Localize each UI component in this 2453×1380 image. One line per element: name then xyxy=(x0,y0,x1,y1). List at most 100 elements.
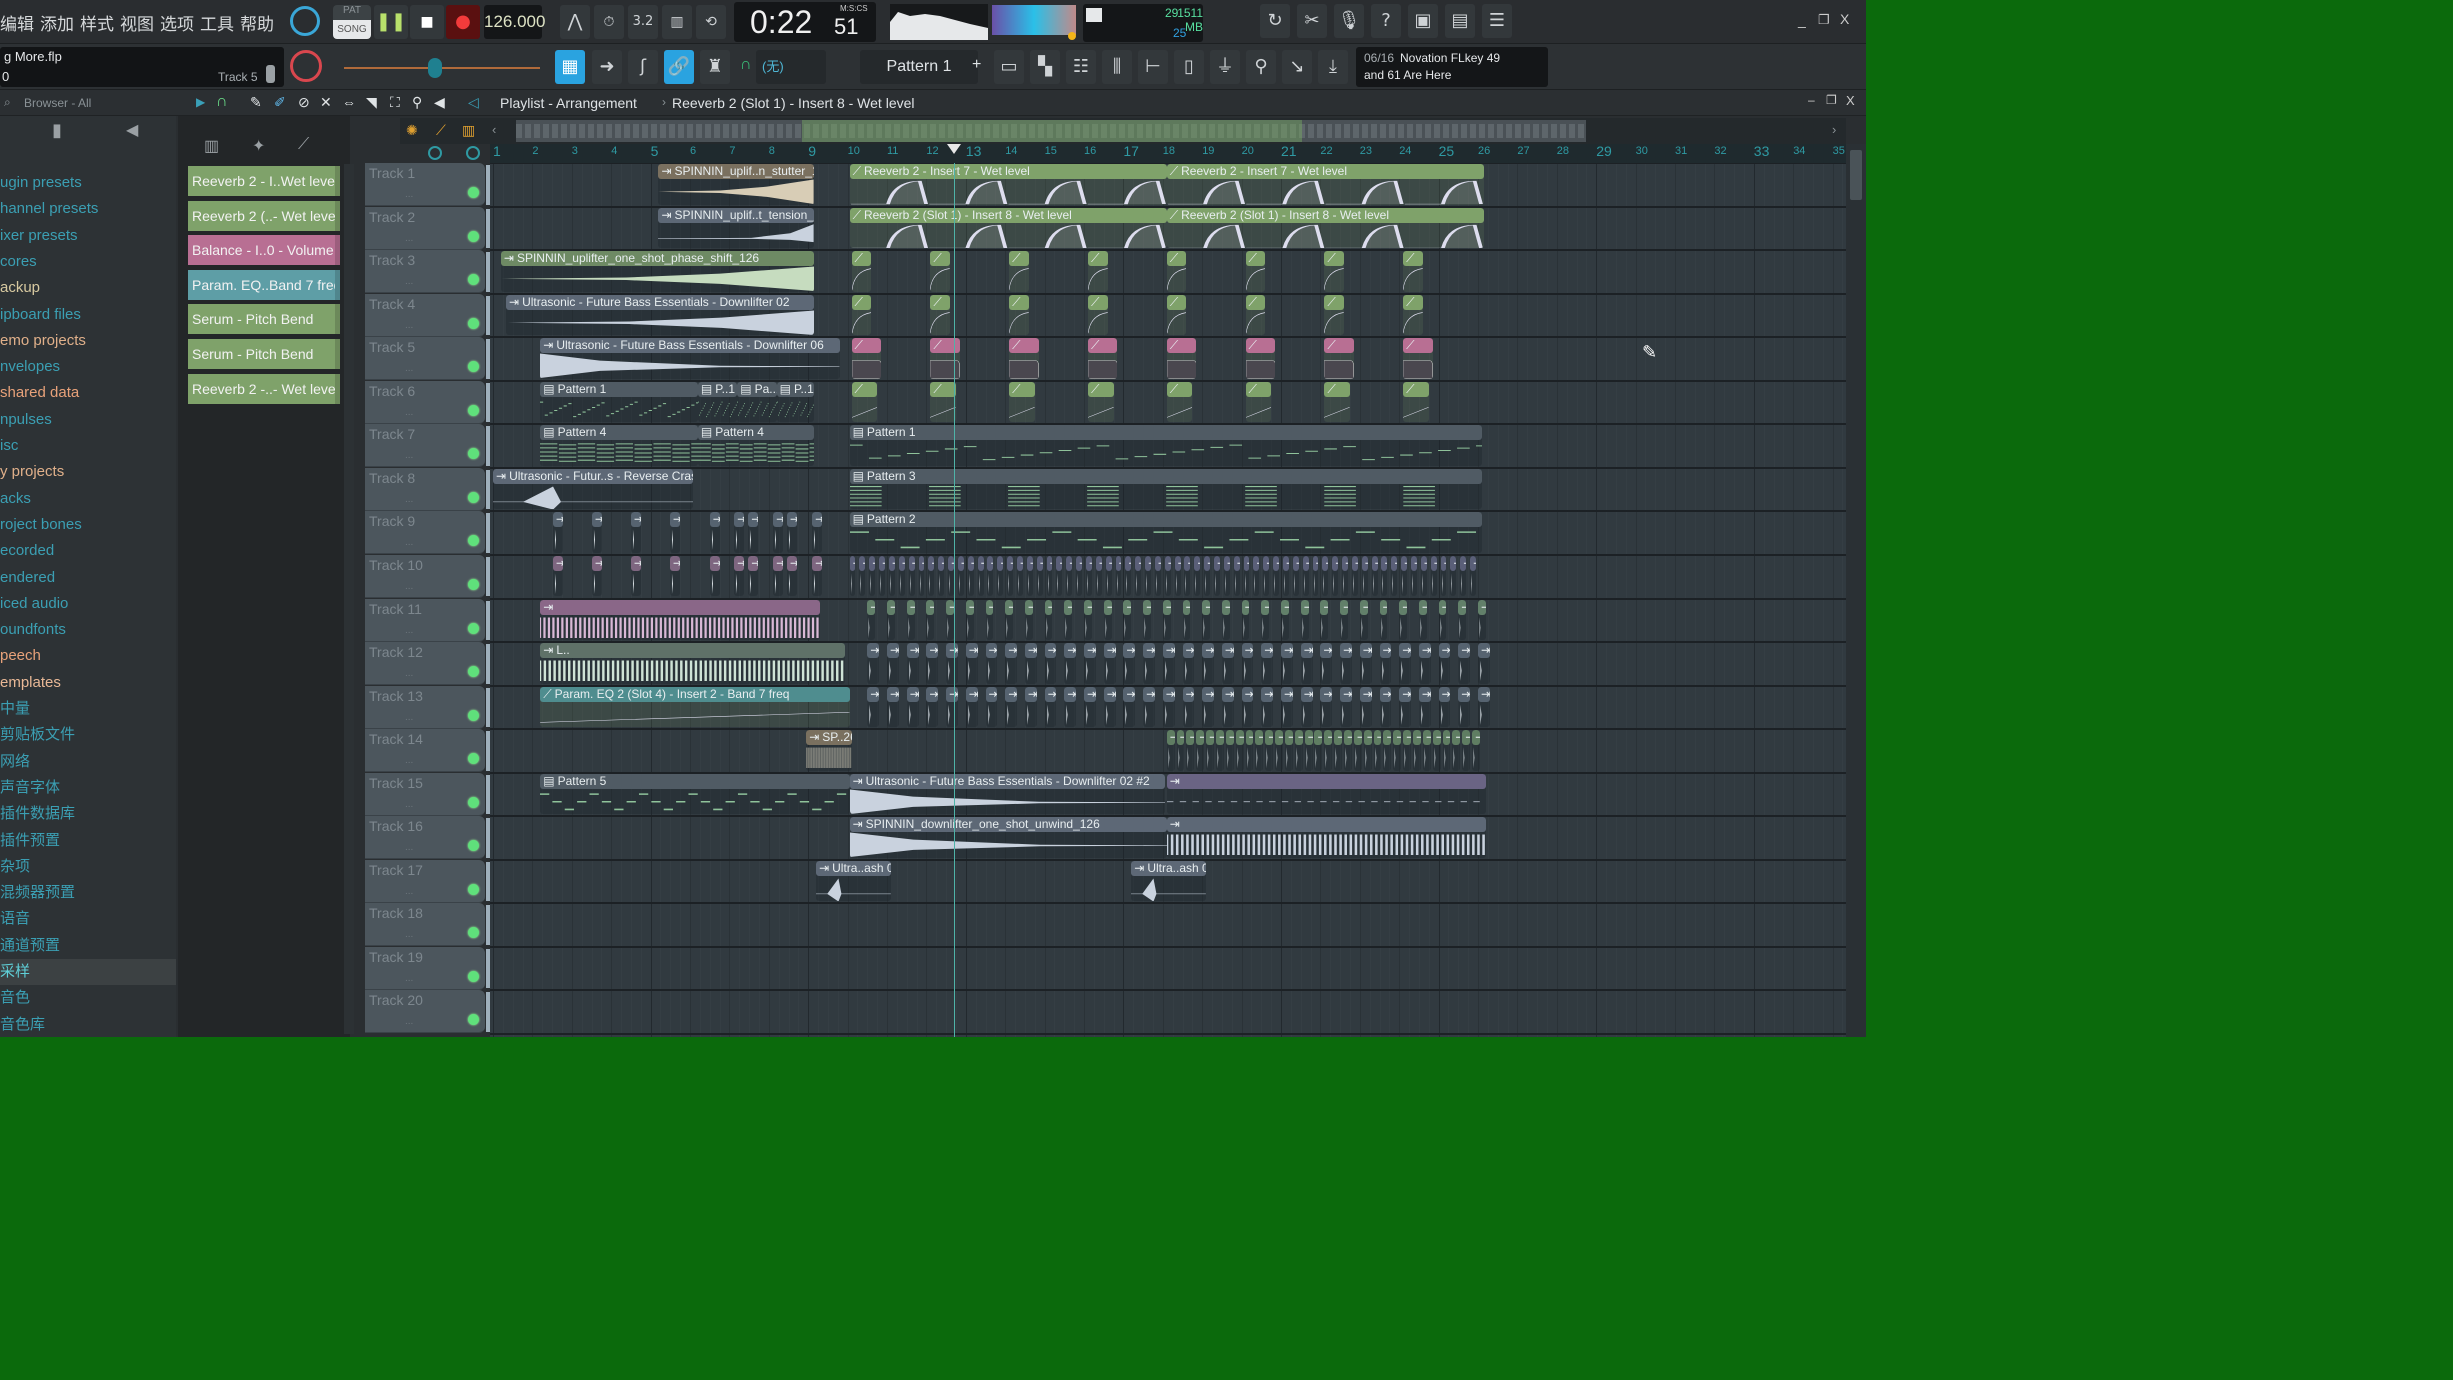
clip-header[interactable]: ⇥ xyxy=(1164,555,1171,571)
repeated-clip[interactable]: ⇥ xyxy=(1005,643,1017,684)
browser-item[interactable]: shared data xyxy=(0,380,176,406)
pencil-icon[interactable]: ✎ xyxy=(250,94,262,111)
clip-header[interactable]: ⇥ xyxy=(1332,555,1339,571)
clip-header[interactable]: ⇥ xyxy=(1478,686,1490,702)
browser-item[interactable]: roject bones xyxy=(0,512,176,538)
repeated-clip[interactable]: ⇥ xyxy=(1103,686,1116,728)
clip-header[interactable]: ⇥ xyxy=(1399,643,1411,659)
clip-header[interactable]: ⟋ Reeverb 2 (Slot 1) - Insert 8 - Wet lev… xyxy=(849,207,1167,223)
hit-clip[interactable]: ⇥ xyxy=(812,555,822,597)
clip-header[interactable]: ⇥ xyxy=(1359,599,1368,615)
clip-header[interactable]: ⇥ xyxy=(1115,555,1122,571)
repeated-clip[interactable]: ⇥ xyxy=(918,555,925,597)
piano-icon[interactable]: ▥ xyxy=(204,136,219,156)
browser-item[interactable]: npulses xyxy=(0,407,176,433)
repeated-clip[interactable]: ⇥ xyxy=(1182,643,1195,684)
repeated-clip[interactable]: ⇥ xyxy=(1478,686,1490,728)
playlist-clip[interactable]: ⇥ SPINNIN_downlifter_one_shot_unwind_126 xyxy=(849,817,1167,858)
playlist-clip[interactable]: ⇥SPINNIN_uplif..n_stutter_126 xyxy=(658,164,815,205)
clip-header[interactable]: ⟋ xyxy=(930,294,951,310)
clip-header[interactable]: ⇥ xyxy=(1478,643,1490,659)
repeated-clip[interactable]: ⇥ xyxy=(1314,730,1323,771)
repeated-clip[interactable]: ⟋ xyxy=(930,294,951,336)
clip-header[interactable]: ⇥ xyxy=(1166,817,1486,833)
hit-clip[interactable]: ⇥ xyxy=(748,512,759,553)
repeated-clip[interactable]: ⇥ xyxy=(1462,730,1471,771)
playlist-clip[interactable]: ▤ Pattern 5 xyxy=(540,773,850,815)
clip-header[interactable]: ⇥ xyxy=(965,643,978,659)
metronome-icon[interactable]: ⋀ xyxy=(560,5,590,39)
clip-header[interactable]: ⇥ xyxy=(1214,555,1220,571)
clip-header[interactable]: ⇥ xyxy=(1162,643,1175,659)
browser-item[interactable]: emplates xyxy=(0,670,176,696)
hit-clip[interactable]: ⇥ xyxy=(773,555,783,597)
repeated-clip[interactable]: ⟋ xyxy=(930,251,951,292)
clip-header[interactable]: ⇥ xyxy=(540,599,820,615)
clip-header[interactable]: ⟋ xyxy=(1403,294,1423,310)
track-options[interactable]: ... xyxy=(405,407,413,418)
clip-header[interactable]: ⟋ xyxy=(851,294,872,310)
clip-header[interactable]: ⇥ xyxy=(1223,555,1230,571)
clip-header[interactable]: ⟋ xyxy=(1087,251,1108,267)
clip-header[interactable]: ⇥ xyxy=(1300,643,1313,659)
browser-item[interactable]: 通道预置 xyxy=(0,933,176,959)
playlist-restore-button[interactable]: ❐ xyxy=(1826,93,1837,107)
track-enable-led[interactable] xyxy=(468,666,479,678)
edison-icon[interactable]: ✂ xyxy=(1297,4,1327,38)
repeated-clip[interactable]: ⇥ xyxy=(1320,686,1333,728)
clip-header[interactable]: ⇥ xyxy=(1403,730,1411,746)
repeated-clip[interactable]: ⇥ xyxy=(1084,643,1096,684)
clip-header[interactable]: ⇥ xyxy=(1103,643,1116,659)
clip-header[interactable]: ⇥ xyxy=(1359,686,1372,702)
clip-header[interactable]: ⟋ xyxy=(1009,338,1039,354)
clip-header[interactable]: ⟋ xyxy=(1166,251,1187,267)
repeated-clip[interactable]: ⟋ xyxy=(1403,381,1429,423)
clip-header[interactable]: ⇥ xyxy=(1245,730,1254,746)
zoom-icon[interactable]: ⚲ xyxy=(412,94,422,111)
clip-header[interactable]: ⇥ xyxy=(1383,730,1392,746)
repeated-clip[interactable]: ⇥ xyxy=(1084,686,1096,728)
clip-header[interactable]: ⇥ xyxy=(1472,730,1480,746)
clip-header[interactable]: ⇥ Ultrasonic - Future Bass Essentials - D… xyxy=(849,773,1165,789)
magnet-icon[interactable]: ∩ xyxy=(740,56,752,74)
playhead-marker[interactable] xyxy=(946,144,961,154)
menu-view[interactable]: 视图 xyxy=(120,10,154,35)
clip-header[interactable]: ⇥ xyxy=(1084,599,1092,615)
repeated-clip[interactable]: ⟋ xyxy=(851,381,878,423)
menu-tools[interactable]: 工具 xyxy=(200,10,234,35)
master-pitch-knob[interactable] xyxy=(290,50,322,82)
repeated-clip[interactable]: ⇥ xyxy=(1403,730,1411,771)
repeated-clip[interactable]: ⇥ xyxy=(1143,643,1155,684)
browser-item[interactable]: iced audio xyxy=(0,591,176,617)
microphone-icon[interactable]: 🎙 xyxy=(1334,4,1364,38)
hit-clip[interactable]: ⇥ xyxy=(709,512,720,553)
clip-header[interactable]: ⇥ xyxy=(1044,686,1057,702)
repeated-clip[interactable]: ⇥ xyxy=(867,643,880,684)
clip-header[interactable]: ⇥ xyxy=(1202,686,1214,702)
repeated-clip[interactable]: ⟋ xyxy=(1009,251,1029,292)
track-options[interactable]: ... xyxy=(405,929,413,940)
repeated-clip[interactable]: ⇥ xyxy=(1478,643,1490,684)
repeated-clip[interactable]: ⇥ xyxy=(1143,599,1151,641)
clip-header[interactable]: ⇥ xyxy=(906,643,919,659)
paint-icon[interactable]: ✐ xyxy=(274,94,286,111)
track-header[interactable]: Track 4... xyxy=(365,293,485,337)
track-options[interactable]: ... xyxy=(405,450,413,461)
repeated-clip[interactable]: ⟋ xyxy=(1166,294,1187,336)
repeated-clip[interactable]: ⇥ xyxy=(1344,730,1352,771)
clip-header[interactable]: ⇥ xyxy=(1320,599,1329,615)
clip-header[interactable]: ⇥ xyxy=(1046,555,1053,571)
repeated-clip[interactable]: ⇥ xyxy=(1418,599,1427,641)
repeated-clip[interactable]: ⇥ xyxy=(1046,555,1053,597)
clip-header[interactable]: ⇥ xyxy=(1064,686,1077,702)
repeated-clip[interactable]: ⇥ xyxy=(1442,730,1451,771)
search-icon[interactable]: ⌕ xyxy=(4,95,11,110)
breadcrumb-playlist[interactable]: Playlist - Arrangement xyxy=(500,95,637,111)
repeated-clip[interactable]: ⇥ xyxy=(1359,686,1372,728)
clip-header[interactable]: ⇥ xyxy=(1182,643,1195,659)
repeated-clip[interactable]: ⇥ xyxy=(1472,730,1480,771)
export-audio-icon[interactable]: ▤ xyxy=(1445,4,1475,38)
repeated-clip[interactable]: ⇥ xyxy=(1095,555,1102,597)
browser-item[interactable]: endered xyxy=(0,565,176,591)
repeated-clip[interactable]: ⇥ xyxy=(1373,730,1382,771)
